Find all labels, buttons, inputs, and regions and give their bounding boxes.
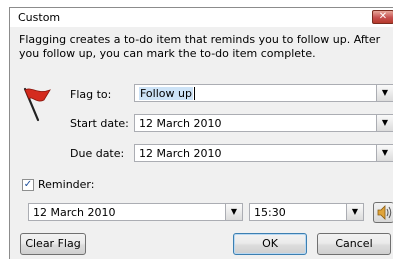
reminder-sound-button[interactable] <box>373 202 393 223</box>
speaker-icon <box>377 205 392 220</box>
flag-to-label: Flag to: <box>70 88 112 101</box>
reminder-date-value: 12 March 2010 <box>33 206 116 219</box>
clear-flag-button[interactable]: Clear Flag <box>20 233 86 255</box>
flag-to-value: Follow up <box>139 87 193 100</box>
due-date-value: 12 March 2010 <box>139 147 222 160</box>
cancel-button[interactable]: Cancel <box>317 233 391 255</box>
reminder-label: Reminder: <box>38 178 95 191</box>
text-caret <box>193 87 195 100</box>
reminder-time-value: 15:30 <box>254 206 286 219</box>
close-icon: ✕ <box>378 11 388 22</box>
due-date-picker[interactable]: 12 March 2010 ▼ <box>134 144 393 162</box>
chevron-down-icon[interactable]: ▼ <box>376 145 393 161</box>
reminder-time-combobox[interactable]: 15:30 ▼ <box>249 203 364 221</box>
start-date-picker[interactable]: 12 March 2010 ▼ <box>134 114 393 132</box>
chevron-down-icon[interactable]: ▼ <box>225 204 242 220</box>
checkmark-icon: ✓ <box>23 179 33 190</box>
chevron-down-icon[interactable]: ▼ <box>376 115 393 131</box>
dialog-description: Flagging creates a to-do item that remin… <box>19 33 381 60</box>
close-button[interactable]: ✕ <box>372 10 393 24</box>
title-bar: Custom ✕ <box>10 8 393 27</box>
start-date-label: Start date: <box>70 117 129 130</box>
chevron-down-icon[interactable]: ▼ <box>376 85 393 101</box>
due-date-label: Due date: <box>70 147 125 160</box>
flag-to-value-wrap: Follow up <box>139 87 195 100</box>
chevron-down-icon[interactable]: ▼ <box>346 204 363 220</box>
red-flag-icon <box>23 87 51 122</box>
start-date-value: 12 March 2010 <box>139 117 222 130</box>
dialog-title: Custom <box>18 11 61 24</box>
custom-flag-dialog: Custom ✕ Flagging creates a to-do item t… <box>9 7 393 259</box>
reminder-checkbox[interactable]: ✓ <box>22 179 34 191</box>
ok-button[interactable]: OK <box>233 233 307 255</box>
reminder-date-picker[interactable]: 12 March 2010 ▼ <box>28 203 243 221</box>
flag-to-combobox[interactable]: Follow up ▼ <box>134 84 393 102</box>
